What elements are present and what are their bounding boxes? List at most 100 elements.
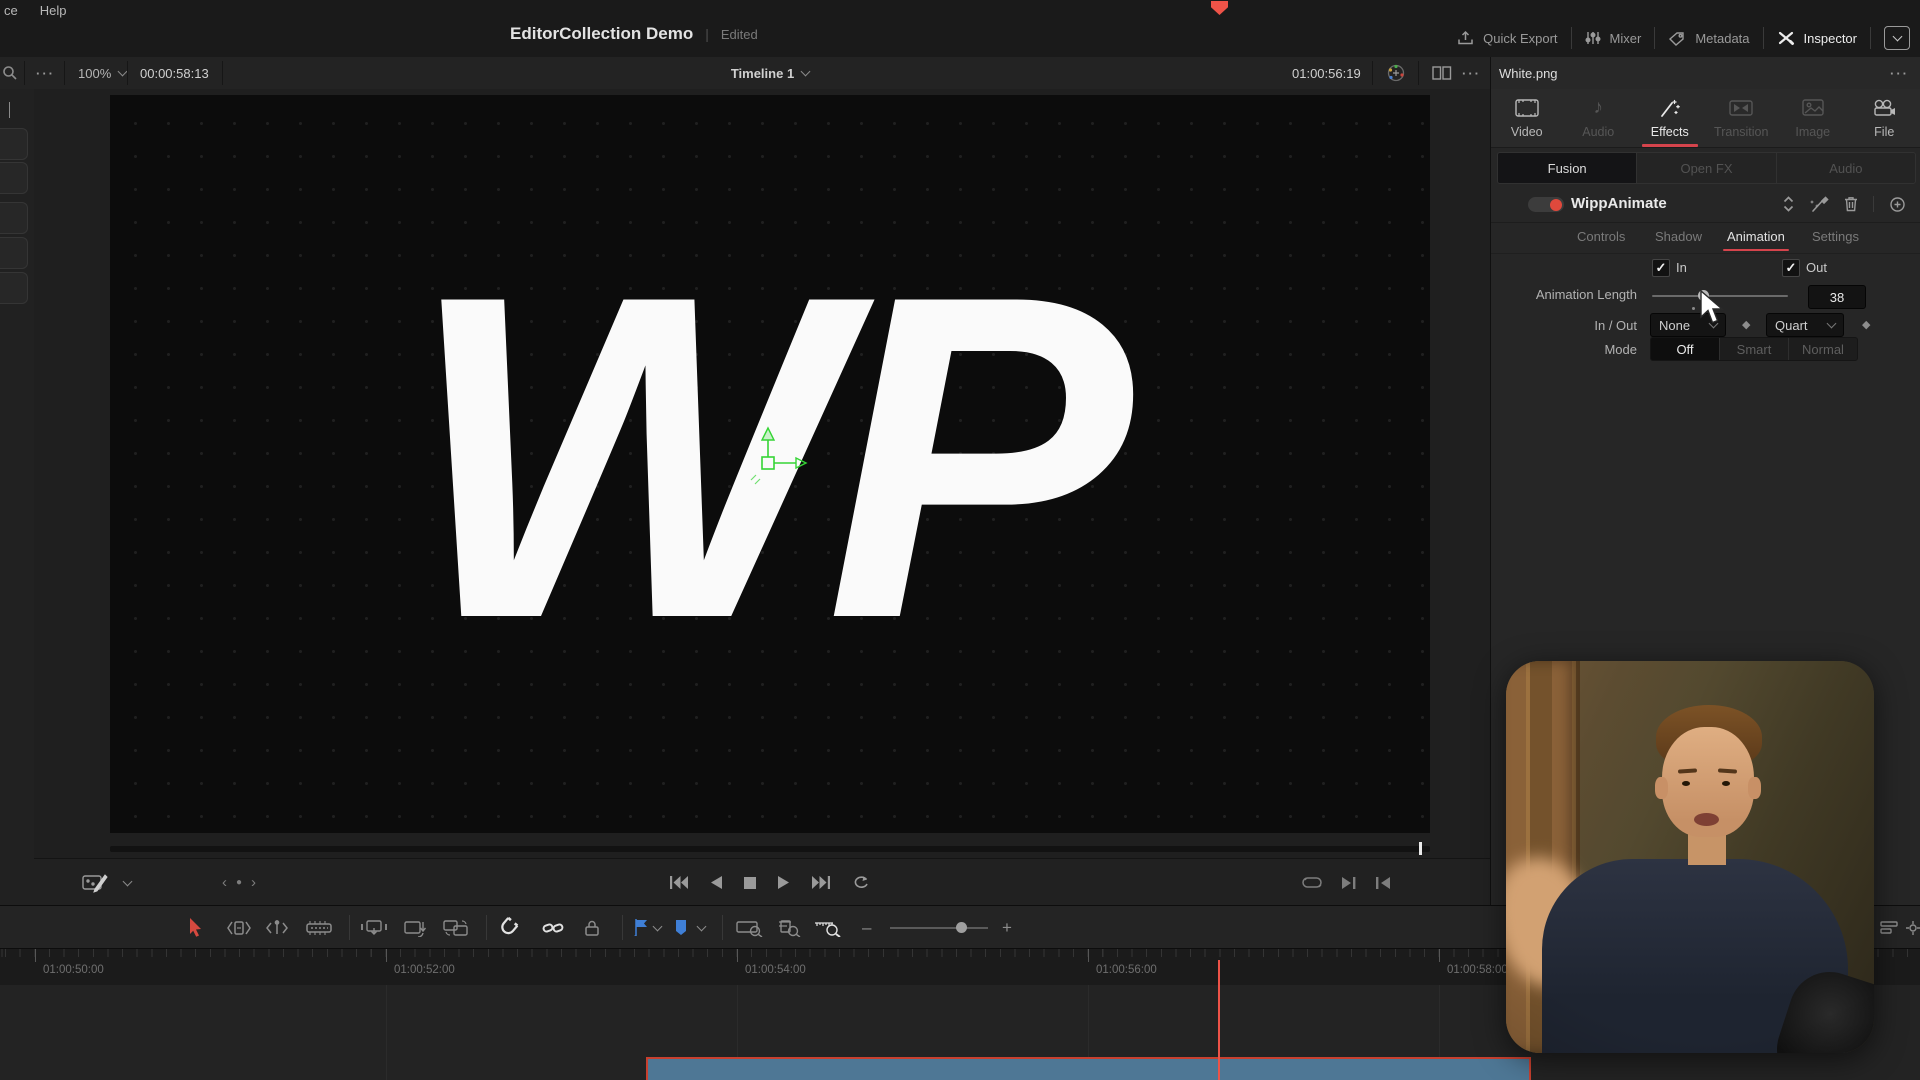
tab-openfx[interactable]: Open FX (1637, 153, 1777, 183)
animation-length-input[interactable] (1808, 285, 1866, 309)
zoom-slider-knob[interactable] (956, 922, 967, 933)
out-checkbox[interactable]: ✓ (1782, 259, 1800, 277)
in-out-label: In / Out (1594, 318, 1637, 333)
stop-button[interactable] (744, 876, 756, 889)
collapse-panel-button[interactable] (9, 102, 10, 118)
jog-handle[interactable] (1419, 842, 1422, 855)
timeline-selector[interactable]: Timeline 1 (110, 57, 1430, 89)
custom-zoom-button[interactable] (814, 906, 842, 949)
viewer-menu-button[interactable]: ··· (1462, 57, 1481, 89)
transform-gizmo-button[interactable] (1386, 57, 1406, 89)
play-button[interactable] (778, 876, 790, 889)
tab-video[interactable]: Video (1491, 89, 1563, 147)
search-button[interactable] (2, 57, 18, 89)
customize-effect-button[interactable] (1809, 195, 1829, 213)
dynamic-trim-mode-button[interactable] (264, 906, 290, 949)
overwrite-clip-button[interactable] (402, 906, 428, 949)
replace-clip-button[interactable] (442, 906, 470, 949)
divider (1418, 61, 1419, 85)
zoom-in-button[interactable]: + (1002, 906, 1012, 949)
tab-audio-fx[interactable]: Audio (1777, 153, 1915, 183)
zoom-out-button[interactable]: – (862, 906, 871, 949)
viewer-toolbar: ··· 100% 00:00:58:13 Timeline 1 01:00:56… (0, 57, 1920, 90)
link-clips-button[interactable] (542, 906, 564, 949)
delete-effect-button[interactable] (1844, 196, 1858, 212)
effect-thumbnail-button[interactable] (0, 272, 28, 304)
keyframe-reset-button[interactable] (1889, 196, 1906, 213)
next-edit-button[interactable] (1342, 876, 1356, 889)
collapse-expand-button[interactable] (1783, 196, 1794, 212)
out-keyframe-icon[interactable]: ◆ (1862, 318, 1870, 331)
marker-button[interactable] (674, 906, 688, 949)
divider (1654, 27, 1656, 49)
position-lock-button[interactable] (584, 906, 600, 949)
marker-dropdown-button[interactable] (696, 906, 707, 949)
tab-settings[interactable]: Settings (1812, 229, 1859, 244)
loop-playback-button[interactable] (852, 875, 870, 890)
go-to-start-button[interactable] (670, 876, 688, 889)
panel-toggle-button[interactable] (1884, 26, 1910, 50)
prev-edit-button[interactable] (1376, 876, 1390, 889)
timeline-zoom-slider[interactable] (890, 922, 988, 933)
mode-normal-button[interactable]: Normal (1789, 338, 1857, 360)
tab-file[interactable]: File (1849, 89, 1920, 147)
viewer-jog-bar[interactable] (110, 842, 1430, 855)
effect-thumbnail-button[interactable] (0, 162, 28, 194)
flag-dropdown-button[interactable] (652, 906, 663, 949)
out-easing-dropdown[interactable]: Quart (1766, 313, 1844, 337)
metadata-button[interactable]: Metadata (1668, 31, 1750, 46)
annotation-tool-button[interactable] (82, 873, 108, 893)
go-to-end-button[interactable] (812, 876, 830, 889)
effect-thumbnail-button[interactable] (0, 237, 28, 269)
major-tick (35, 949, 36, 962)
tab-animation[interactable]: Animation (1723, 229, 1789, 251)
tab-fusion[interactable]: Fusion (1498, 153, 1638, 183)
mode-off-button[interactable]: Off (1651, 338, 1720, 360)
tab-transition[interactable]: Transition (1706, 89, 1778, 147)
unmix-button[interactable] (1302, 876, 1322, 889)
trim-edit-mode-button[interactable] (226, 906, 252, 949)
selection-mode-button[interactable] (188, 906, 204, 949)
major-tick (1439, 949, 1440, 962)
tab-audio[interactable]: ♪ Audio (1563, 89, 1635, 147)
insert-clip-button[interactable] (360, 906, 388, 949)
menu-item-workspace-partial[interactable]: ce (4, 3, 18, 18)
effect-enable-toggle[interactable] (1528, 197, 1564, 212)
in-keyframe-icon[interactable]: ◆ (1742, 318, 1750, 331)
video-canvas[interactable]: WP (110, 95, 1430, 833)
play-reverse-button[interactable] (710, 876, 722, 889)
tab-image[interactable]: Image (1777, 89, 1849, 147)
in-checkbox[interactable]: ✓ (1652, 259, 1670, 277)
tab-controls[interactable]: Controls (1577, 229, 1625, 244)
chevron-down-icon (800, 66, 811, 77)
tab-audio-label: Audio (1582, 124, 1615, 139)
detail-zoom-button[interactable] (776, 906, 802, 949)
snapping-button[interactable] (498, 906, 519, 949)
viewer-options-button[interactable]: ··· (36, 57, 55, 89)
ruler-label: 01:00:52:00 (394, 964, 455, 976)
divider (1873, 196, 1874, 212)
timeline-settings-button[interactable] (1906, 906, 1920, 949)
inspector-menu-button[interactable]: ··· (1890, 57, 1909, 89)
inspector-button[interactable]: Inspector (1777, 30, 1857, 46)
effect-thumbnail-button[interactable] (0, 202, 28, 234)
tab-effects-label: Effects (1650, 124, 1689, 139)
full-extent-zoom-button[interactable] (736, 906, 764, 949)
effect-thumbnail-button[interactable] (0, 128, 28, 160)
playhead-line[interactable] (1218, 960, 1220, 1080)
ruler-label: 01:00:58:00 (1447, 964, 1508, 976)
transform-gizmo[interactable] (748, 425, 838, 495)
timeline-view-options-button[interactable] (1880, 906, 1898, 949)
camera-reel-icon (1872, 98, 1896, 118)
dual-viewer-button[interactable] (1432, 57, 1452, 89)
in-out-checkbox-row: ✓ In ✓ Out (1491, 258, 1920, 280)
mode-smart-button[interactable]: Smart (1720, 338, 1789, 360)
quick-export-button[interactable]: Quick Export (1457, 30, 1558, 46)
tab-effects[interactable]: Effects (1634, 89, 1706, 147)
razor-edit-mode-button[interactable] (306, 906, 332, 949)
flag-button[interactable] (634, 906, 648, 949)
tab-shadow[interactable]: Shadow (1655, 229, 1702, 244)
menu-item-help[interactable]: Help (40, 3, 67, 18)
mixer-button[interactable]: Mixer (1585, 30, 1641, 46)
selected-video-clip[interactable] (646, 1057, 1531, 1080)
